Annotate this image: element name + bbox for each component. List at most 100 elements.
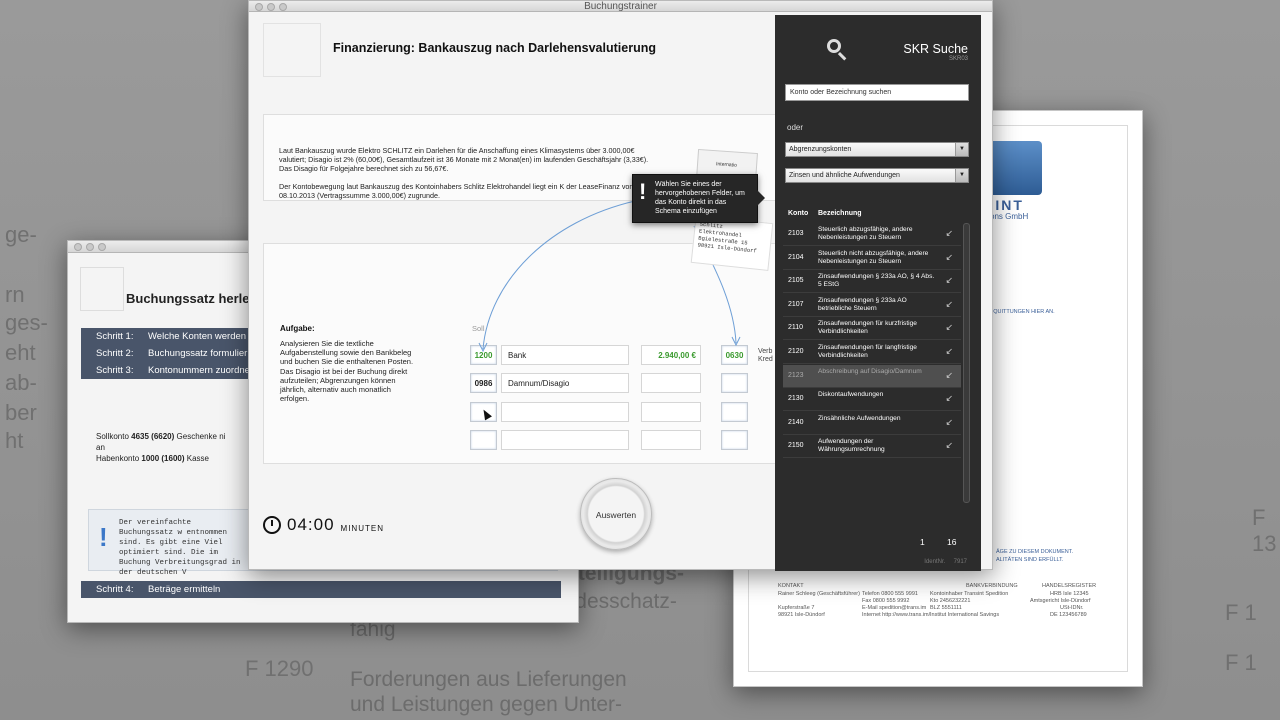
account-number: 2110 <box>788 324 804 332</box>
soll-account-name <box>501 402 629 422</box>
insert-arrow-icon[interactable]: ↙ <box>945 322 953 333</box>
soll-konto-field[interactable] <box>470 430 497 450</box>
footer-text: 98921 Isle-Dündorf <box>778 612 825 618</box>
background-number: ge- <box>5 222 37 247</box>
column-header-konto: Konto <box>788 210 809 217</box>
window-heading: Buchungssatz herle <box>126 291 250 306</box>
scrollbar[interactable] <box>963 223 970 503</box>
insert-arrow-icon[interactable]: ↙ <box>945 393 953 404</box>
account-description: Zinsähnliche Aufwendungen <box>818 414 901 422</box>
footer-text: Kupferstraße 7 <box>778 605 815 611</box>
or-label: oder <box>787 123 804 132</box>
search-icon[interactable] <box>827 39 841 53</box>
insert-arrow-icon[interactable]: ↙ <box>945 440 953 451</box>
account-description: Zinsaufwendungen § 233a AO, § 4 Abs. 5 E… <box>818 273 935 289</box>
evaluate-button[interactable]: Auswerten <box>580 478 652 550</box>
haben-konto-field[interactable] <box>721 430 748 450</box>
footer-text: HRB Isle 12345 <box>1050 591 1089 597</box>
insert-arrow-icon[interactable]: ↙ <box>945 252 953 263</box>
background-number: eht <box>5 340 36 365</box>
footer-text: USt-IDNr. <box>1060 605 1084 611</box>
account-row[interactable]: 2107 Zinsaufwendungen § 233a AO betriebli… <box>783 294 961 317</box>
account-number: 2150 <box>788 442 804 450</box>
footer-text: DE 123456789 <box>1050 612 1087 618</box>
account-row[interactable]: 2105 Zinsaufwendungen § 233a AO, § 4 Abs.… <box>783 270 961 294</box>
task-heading: Aufgabe: <box>280 324 315 333</box>
footer-text: Amtsgericht Isle-Dündorf <box>1030 598 1091 604</box>
sidebar-subtitle: SKR03 <box>948 56 968 62</box>
haben-konto-field[interactable] <box>721 373 748 393</box>
haben-konto-field[interactable] <box>721 402 748 422</box>
footer-text: Institut International Savings <box>930 612 1000 618</box>
account-description: Steuerlich nicht abzugsfähige, andere Ne… <box>818 249 929 265</box>
legal-note-1: ÄGE ZU DIESEM DOKUMENT. <box>996 549 1074 555</box>
subcategory-select[interactable]: Zinsen und ähnliche Aufwendungen ▼ <box>785 168 969 183</box>
title-bar: Buchungstrainer <box>249 1 992 12</box>
chevron-down-icon: ▼ <box>955 169 968 182</box>
account-description: Zinsaufwendungen § 233a AO betriebliche … <box>818 296 907 312</box>
chevron-down-icon: ▼ <box>955 143 968 156</box>
step-4[interactable]: Schritt 4: Beträge ermitteln <box>81 581 561 598</box>
soll-amount-field[interactable] <box>641 430 701 450</box>
account-number: 2120 <box>788 348 804 355</box>
account-number: 2103 <box>788 230 804 237</box>
window-title: Buchungstrainer <box>584 1 657 12</box>
background-number: ht <box>5 428 24 453</box>
account-number: 2107 <box>788 300 804 308</box>
soll-amount-field[interactable] <box>641 402 701 422</box>
info-icon: ! <box>99 522 108 552</box>
insert-arrow-icon[interactable]: ↙ <box>945 275 953 286</box>
footer-text: HANDELSREGISTER <box>1042 583 1097 589</box>
background-text-line: und Leistungen gegen Unter- <box>350 693 623 716</box>
account-row[interactable]: 2104 Steuerlich nicht abzugsfähige, ander… <box>783 247 961 270</box>
account-row[interactable]: 2110 Zinsaufwendungen für kurzfristige Ve… <box>783 317 961 341</box>
info-icon: ! <box>639 179 647 204</box>
account-row[interactable]: 2130 Diskontaufwendungen ↙ <box>783 388 961 412</box>
ident-number: IdentNr. 7917 <box>924 559 967 565</box>
category-select[interactable]: Abgrenzungskonten ▼ <box>785 142 969 157</box>
soll-amount-field[interactable] <box>641 373 701 393</box>
account-description: Abschreibung auf Disagio/Damnum <box>818 367 922 375</box>
task-text: Analysieren Sie die textliche Aufgabenst… <box>280 339 414 404</box>
receipts-note: & QUITTUNGEN HIER AN. <box>988 309 1055 315</box>
account-description: Diskontaufwendungen <box>818 391 884 399</box>
close-button[interactable] <box>74 243 82 251</box>
account-row[interactable]: 2150 Aufwendungen der Währungsumrechnung ↙ <box>783 435 961 459</box>
insert-arrow-icon[interactable]: ↙ <box>945 370 953 381</box>
soll-konto-field[interactable]: 0986 <box>470 373 497 393</box>
account-description: Aufwendungen der Währungsumrechnung <box>818 438 885 454</box>
footer-text: Fax 0800 555 9992 <box>862 598 910 604</box>
zoom-button[interactable] <box>98 243 106 251</box>
countdown-timer: 04:00 MINUTEN <box>263 515 384 535</box>
footer-text: E-Mail spedition@trans.im <box>862 605 927 611</box>
account-row[interactable]: 2123 Abschreibung auf Disagio/Damnum ↙ <box>783 364 961 388</box>
background-number: ges- <box>5 310 48 335</box>
insert-arrow-icon[interactable]: ↙ <box>945 346 953 357</box>
app-logo <box>80 267 124 311</box>
background-number: ber <box>5 400 37 425</box>
timer-value: 04:00 <box>287 515 335 534</box>
haben-name-1: Verb <box>758 348 773 355</box>
stopwatch-icon <box>263 516 281 534</box>
insert-arrow-icon[interactable]: ↙ <box>945 299 953 310</box>
hint-tooltip: ! Wählen Sie eines der hervorgehobenen F… <box>632 174 765 223</box>
account-description: Steuerlich abzugsfähige, andere Nebenlei… <box>818 226 913 241</box>
account-row[interactable]: 2120 Zinsaufwendungen für langfristige Ve… <box>783 341 961 364</box>
account-row[interactable]: 2140 Zinsähnliche Aufwendungen ↙ <box>783 412 961 435</box>
insert-arrow-icon[interactable]: ↙ <box>945 417 953 428</box>
footer-text: KONTAKT <box>778 583 804 589</box>
account-row[interactable]: 2103 Steuerlich abzugsfähige, andere Nebe… <box>783 223 961 246</box>
insert-arrow-icon[interactable]: ↙ <box>945 228 953 239</box>
skr-search-sidebar: SKR Suche SKR03 Konto oder Bezeichnung s… <box>775 15 981 571</box>
account-description: Zinsaufwendungen für kurzfristige Verbin… <box>818 320 917 336</box>
background-number: F 1 <box>1225 650 1257 675</box>
account-number: 2123 <box>788 371 804 379</box>
case-paragraph-1: Laut Bankauszug wurde Elektro SCHLITZ ei… <box>279 146 649 173</box>
background-text-line: Forderungen aus Lieferungen <box>350 668 627 691</box>
sidebar-title: SKR Suche <box>903 42 968 56</box>
page-current: 1 <box>920 537 925 547</box>
minimize-button[interactable] <box>86 243 94 251</box>
search-input[interactable]: Konto oder Bezeichnung suchen <box>785 84 969 101</box>
buchungstrainer-window: Buchungstrainer Finanzierung: Bankauszug… <box>248 0 993 571</box>
page-total: 16 <box>947 537 957 547</box>
